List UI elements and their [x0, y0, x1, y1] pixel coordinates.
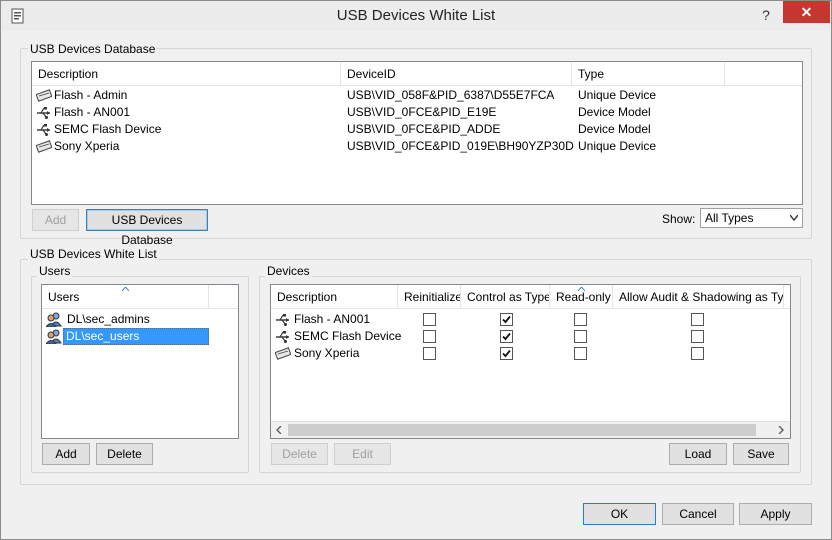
users-list[interactable]: Users DL\sec_admins DL\sec_users — [41, 284, 239, 439]
database-group-label: USB Devices Database — [28, 42, 158, 56]
database-list-header: Description DeviceID Type — [32, 62, 802, 86]
control-as-type-checkbox[interactable] — [500, 330, 513, 343]
table-row[interactable]: Flash - AN001 USB\VID_0FCE&PID_E19E Devi… — [32, 104, 802, 121]
usb-symbol-icon — [37, 124, 50, 136]
database-type: Unique Device — [578, 139, 657, 153]
database-deviceid: USB\VID_058F&PID_6387\D55E7FCA — [347, 88, 555, 102]
devices-list-header: Description Reinitialize Control as Type… — [271, 285, 790, 309]
usb-symbol-icon — [276, 331, 289, 343]
show-label: Show: — [662, 212, 696, 226]
database-description: Flash - AN001 — [54, 105, 131, 119]
device-description: SEMC Flash Device — [294, 329, 402, 343]
title-bar[interactable]: USB Devices White List ? ✕ — [1, 1, 831, 31]
database-deviceid: USB\VID_0FCE&PID_019E\BH90YZP30D — [347, 139, 574, 153]
usb-symbol-icon — [276, 314, 289, 326]
reinitialize-checkbox[interactable] — [423, 313, 436, 326]
database-type: Device Model — [578, 122, 651, 136]
help-button[interactable]: ? — [753, 5, 779, 25]
database-description: SEMC Flash Device — [54, 122, 162, 136]
read-only-checkbox[interactable] — [574, 347, 587, 360]
column-header-type[interactable]: Type — [572, 62, 725, 86]
window-title: USB Devices White List — [336, 7, 496, 24]
unique-device-icon — [36, 140, 52, 153]
database-list[interactable]: Description DeviceID Type Flash - Admin … — [31, 61, 803, 205]
audit-shadowing-checkbox[interactable] — [691, 313, 704, 326]
sort-ascending-icon — [578, 287, 585, 291]
checkmark-icon — [502, 315, 511, 324]
users-add-button[interactable]: Add — [42, 443, 90, 465]
user-group-icon — [46, 329, 62, 344]
audit-shadowing-checkbox[interactable] — [691, 347, 704, 360]
column-header-deviceid[interactable]: DeviceID — [341, 62, 572, 86]
table-row[interactable]: SEMC Flash Device USB\VID_0FCE&PID_ADDE … — [32, 121, 802, 138]
audit-shadowing-checkbox[interactable] — [691, 330, 704, 343]
usb-whitelist-window: USB Devices White List ? ✕ USB Devices D… — [0, 0, 832, 540]
devices-delete-button[interactable]: Delete — [271, 443, 328, 465]
table-row[interactable]: Sony Xperia — [271, 345, 790, 362]
show-type-value: All Types — [705, 211, 754, 225]
cancel-button[interactable]: Cancel — [662, 503, 734, 525]
reinitialize-checkbox[interactable] — [423, 330, 436, 343]
database-type: Unique Device — [578, 88, 657, 102]
control-as-type-checkbox[interactable] — [500, 347, 513, 360]
users-group-label: Users — [37, 264, 73, 278]
reinitialize-checkbox[interactable] — [423, 347, 436, 360]
scrollbar-thumb[interactable] — [288, 424, 756, 436]
list-item[interactable]: DL\sec_admins — [42, 311, 238, 328]
database-deviceid: USB\VID_0FCE&PID_ADDE — [347, 122, 501, 136]
sort-ascending-icon — [122, 287, 129, 291]
list-item[interactable]: DL\sec_users — [42, 328, 238, 345]
apply-button[interactable]: Apply — [739, 503, 812, 525]
users-delete-button[interactable]: Delete — [96, 443, 153, 465]
user-name-selected: DL\sec_users — [63, 328, 209, 345]
user-name: DL\sec_admins — [67, 312, 150, 326]
database-deviceid: USB\VID_0FCE&PID_E19E — [347, 105, 497, 119]
devices-edit-button[interactable]: Edit — [334, 443, 391, 465]
unique-device-icon — [36, 89, 52, 102]
database-type: Device Model — [578, 105, 651, 119]
devices-group-label: Devices — [265, 264, 312, 278]
table-row[interactable]: Flash - AN001 — [271, 311, 790, 328]
close-button[interactable]: ✕ — [783, 1, 830, 23]
column-header-control-as-type[interactable]: Control as Type — [461, 285, 550, 309]
control-as-type-checkbox[interactable] — [500, 313, 513, 326]
checkmark-icon — [502, 332, 511, 341]
device-description: Flash - AN001 — [294, 312, 371, 326]
show-type-select[interactable]: All Types — [700, 208, 803, 228]
whitelist-group-label: USB Devices White List — [28, 247, 159, 261]
column-header-reinitialize[interactable]: Reinitialize — [398, 285, 461, 309]
devices-horizontal-scrollbar[interactable] — [271, 421, 790, 438]
database-description: Flash - Admin — [54, 88, 128, 102]
devices-save-button[interactable]: Save — [733, 443, 789, 465]
table-row[interactable]: Sony Xperia USB\VID_0FCE&PID_019E\BH90YZ… — [32, 138, 802, 155]
chevron-down-icon — [790, 215, 798, 221]
scroll-left-icon[interactable] — [275, 426, 283, 434]
users-list-header: Users — [42, 285, 238, 309]
column-header-description[interactable]: Description — [32, 62, 341, 86]
table-row[interactable]: SEMC Flash Device — [271, 328, 790, 345]
device-description: Sony Xperia — [294, 346, 360, 360]
read-only-checkbox[interactable] — [574, 330, 587, 343]
column-header-description[interactable]: Description — [271, 285, 398, 309]
read-only-checkbox[interactable] — [574, 313, 587, 326]
devices-list[interactable]: Description Reinitialize Control as Type… — [270, 284, 791, 439]
usb-symbol-icon — [37, 107, 50, 119]
table-row[interactable]: Flash - Admin USB\VID_058F&PID_6387\D55E… — [32, 87, 802, 104]
unique-device-icon — [275, 347, 291, 360]
devices-load-button[interactable]: Load — [669, 443, 727, 465]
column-header-filler — [725, 62, 802, 86]
ok-button[interactable]: OK — [583, 503, 656, 525]
database-add-button[interactable]: Add — [32, 209, 79, 231]
usb-devices-database-button[interactable]: USB Devices Database — [86, 209, 208, 247]
scroll-right-icon[interactable] — [777, 426, 785, 434]
user-group-icon — [46, 312, 62, 327]
checkmark-icon — [502, 349, 511, 358]
database-description: Sony Xperia — [54, 139, 120, 153]
column-header-audit-shadowing[interactable]: Allow Audit & Shadowing as Type — [613, 285, 784, 309]
